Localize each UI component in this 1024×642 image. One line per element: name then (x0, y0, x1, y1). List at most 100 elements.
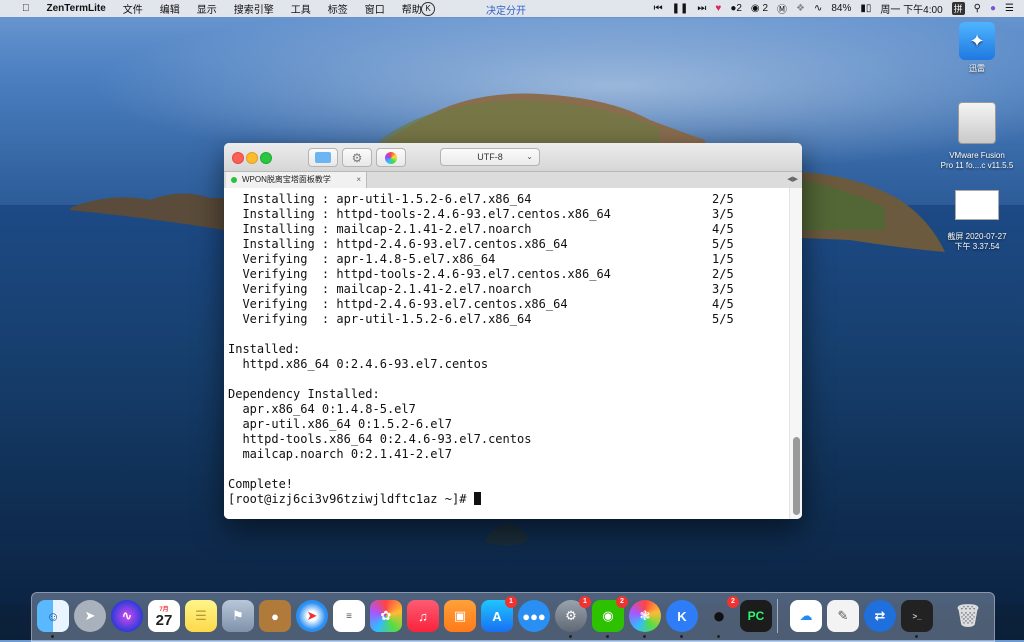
color-wheel-icon (385, 151, 397, 164)
next-track-icon[interactable]: ⏭ (697, 3, 706, 14)
dock-baidu-netdisk[interactable]: ☁ (790, 600, 822, 632)
terminal-line: Verifying : apr-util-1.5.2-6.el7.x86_64 … (228, 312, 734, 326)
battery-icon[interactable]: ▮▯ (860, 3, 871, 14)
minimize-window-icon[interactable] (246, 152, 258, 164)
terminal-icon: >_ (912, 611, 922, 621)
menu-edit[interactable]: 编辑 (152, 1, 189, 16)
running-indicator (680, 635, 683, 638)
dock-finder[interactable]: ☺ (37, 600, 69, 632)
dock-separator (777, 599, 778, 633)
terminal-line: apr.x86_64 0:1.4.8-5.el7 (228, 402, 416, 416)
dock-wechat[interactable]: ◉ 2 (592, 596, 628, 632)
menu-tools[interactable]: 工具 (283, 1, 320, 16)
vpn-icon[interactable]: Ⓜ (777, 1, 787, 16)
compass-icon: ➤ (306, 608, 318, 623)
music-icon: ♫ (418, 608, 428, 624)
dock-siri[interactable]: ∿ (111, 600, 143, 632)
dock-zenterm[interactable]: >_ (901, 600, 933, 632)
menu-view[interactable]: 显示 (189, 1, 226, 16)
qq-status-icon[interactable]: ●2 (730, 3, 742, 14)
battery-percent[interactable]: 84% (831, 3, 851, 14)
terminal-line: httpd-tools.x86_64 0:2.4.6-93.el7.centos (228, 432, 532, 446)
dock-safari[interactable]: ➤ (296, 600, 328, 632)
pause-icon[interactable]: ❚❚ (672, 3, 689, 14)
gear-icon: ⚙ (351, 150, 363, 165)
desktop-icon-screenshot[interactable]: 截屏 2020-07-27 下午 3.37.54 (932, 190, 1022, 252)
bluetooth-icon[interactable]: ❖ (796, 3, 805, 14)
tab-scroll-arrows-icon[interactable]: ◀▶ (787, 172, 798, 188)
folder-button[interactable] (308, 148, 338, 167)
scrollbar-thumb[interactable] (793, 437, 800, 515)
calendar-day: 27 (155, 611, 173, 629)
dock-photos[interactable]: ✿ (370, 600, 402, 632)
terminal-line: Verifying : httpd-tools-2.4.6-93.el7.cen… (228, 267, 734, 281)
menu-tabs[interactable]: 标签 (320, 1, 357, 16)
desktop-icon-label: 截屏 2020-07-27 (947, 232, 1007, 241)
dock-contacts[interactable]: ● (259, 600, 291, 632)
connected-status-icon (231, 177, 237, 183)
desktop-icon-xunlei[interactable]: ✦ 迅雷 (948, 22, 1006, 74)
running-indicator (51, 635, 54, 638)
dock-qq[interactable]: ● 2 (703, 596, 739, 632)
close-window-icon[interactable] (232, 152, 244, 164)
dock-system-preferences[interactable]: ⚙ 1 (555, 596, 591, 632)
color-picker-button[interactable] (376, 148, 406, 167)
dock-kugou[interactable]: K (666, 600, 698, 632)
menu-app-name[interactable]: ZenTermLite (39, 3, 115, 14)
input-method-icon[interactable]: 拼 (951, 2, 965, 15)
terminal-output[interactable]: Installing : apr-util-1.5.2-6.el7.x86_64… (224, 188, 790, 519)
dock-pycharm[interactable]: PC (740, 600, 772, 632)
dock-books[interactable]: ▣ (444, 600, 476, 632)
prev-track-icon[interactable]: ⏮ (654, 3, 663, 14)
encoding-select[interactable]: UTF-8 ⌄ (440, 148, 540, 166)
spotlight-icon[interactable]: ⚲ (974, 3, 981, 14)
heart-icon[interactable]: ♥ (715, 3, 721, 14)
dock-messages-app[interactable]: ●●● (518, 600, 550, 632)
tab-session[interactable]: WPON脱离宝塔面板教学 × (226, 172, 367, 188)
wechat-status-icon[interactable]: ◉ 2 (751, 3, 768, 14)
menu-file[interactable]: 文件 (115, 1, 152, 16)
xunlei-icon: ✦ (959, 22, 995, 60)
wechat-count: 2 (762, 3, 768, 14)
dock-reminders[interactable]: ≡ (333, 600, 365, 632)
siri-icon[interactable]: ● (990, 3, 996, 14)
dock-textedit[interactable]: ✎ (827, 600, 859, 632)
tab-close-icon[interactable]: × (356, 172, 361, 188)
dock-calendar[interactable]: 7月 27 (148, 600, 180, 632)
dock-appstore[interactable]: A1 (481, 596, 517, 632)
pinwheel-icon: ❃ (639, 608, 651, 623)
dock-music[interactable]: ♫ (407, 600, 439, 632)
dock-color-app[interactable]: ❃ (629, 600, 661, 632)
now-playing-label[interactable]: 决定分开 (486, 2, 526, 17)
preview-icon: ⚑ (232, 608, 244, 623)
running-indicator (915, 635, 918, 638)
rock-scenery (484, 524, 530, 546)
desktop-icon-vmware[interactable]: VMware Fusion Pro 11 fo....c v11.5.5 (932, 102, 1022, 171)
desktop-icon-label-2: 下午 3.37.54 (954, 242, 1000, 251)
finder-icon: ☺ (46, 608, 60, 624)
dock-notes[interactable]: ☰ (185, 600, 217, 632)
book-icon: ▣ (453, 608, 467, 623)
dock-preview[interactable]: ⚑ (222, 600, 254, 632)
menu-search-engine[interactable]: 搜索引擎 (226, 1, 283, 16)
terminal-scrollbar[interactable] (789, 188, 802, 519)
terminal-line: Installing : httpd-tools-2.4.6-93.el7.ce… (228, 207, 734, 221)
dock-teamviewer[interactable]: ⇄ (864, 600, 896, 632)
settings-button[interactable]: ⚙ (342, 148, 372, 167)
penguin-icon: ● (712, 603, 726, 628)
chevron-down-icon: ⌄ (526, 152, 533, 161)
apple-menu-icon[interactable]:  (14, 3, 39, 14)
dock-launchpad[interactable]: ➤ (74, 600, 106, 632)
menu-window[interactable]: 窗口 (357, 1, 394, 16)
clock[interactable]: 周一 下午4:00 (880, 1, 942, 16)
notification-center-icon[interactable]: ☰ (1005, 3, 1014, 14)
zoom-window-icon[interactable] (260, 152, 272, 164)
contacts-icon: ● (271, 608, 279, 624)
terminal-line: apr-util.x86_64 0:1.5.2-6.el7 (228, 417, 452, 431)
window-titlebar[interactable]: ⚙ UTF-8 ⌄ (224, 143, 802, 172)
dock-trash[interactable]: 🗑 (952, 600, 984, 632)
wifi-icon[interactable]: ∿ (814, 3, 822, 14)
text-cursor (473, 492, 481, 505)
kugou-icon[interactable]: K (421, 2, 435, 16)
tab-title: WPON脱离宝塔面板教学 (242, 175, 331, 184)
